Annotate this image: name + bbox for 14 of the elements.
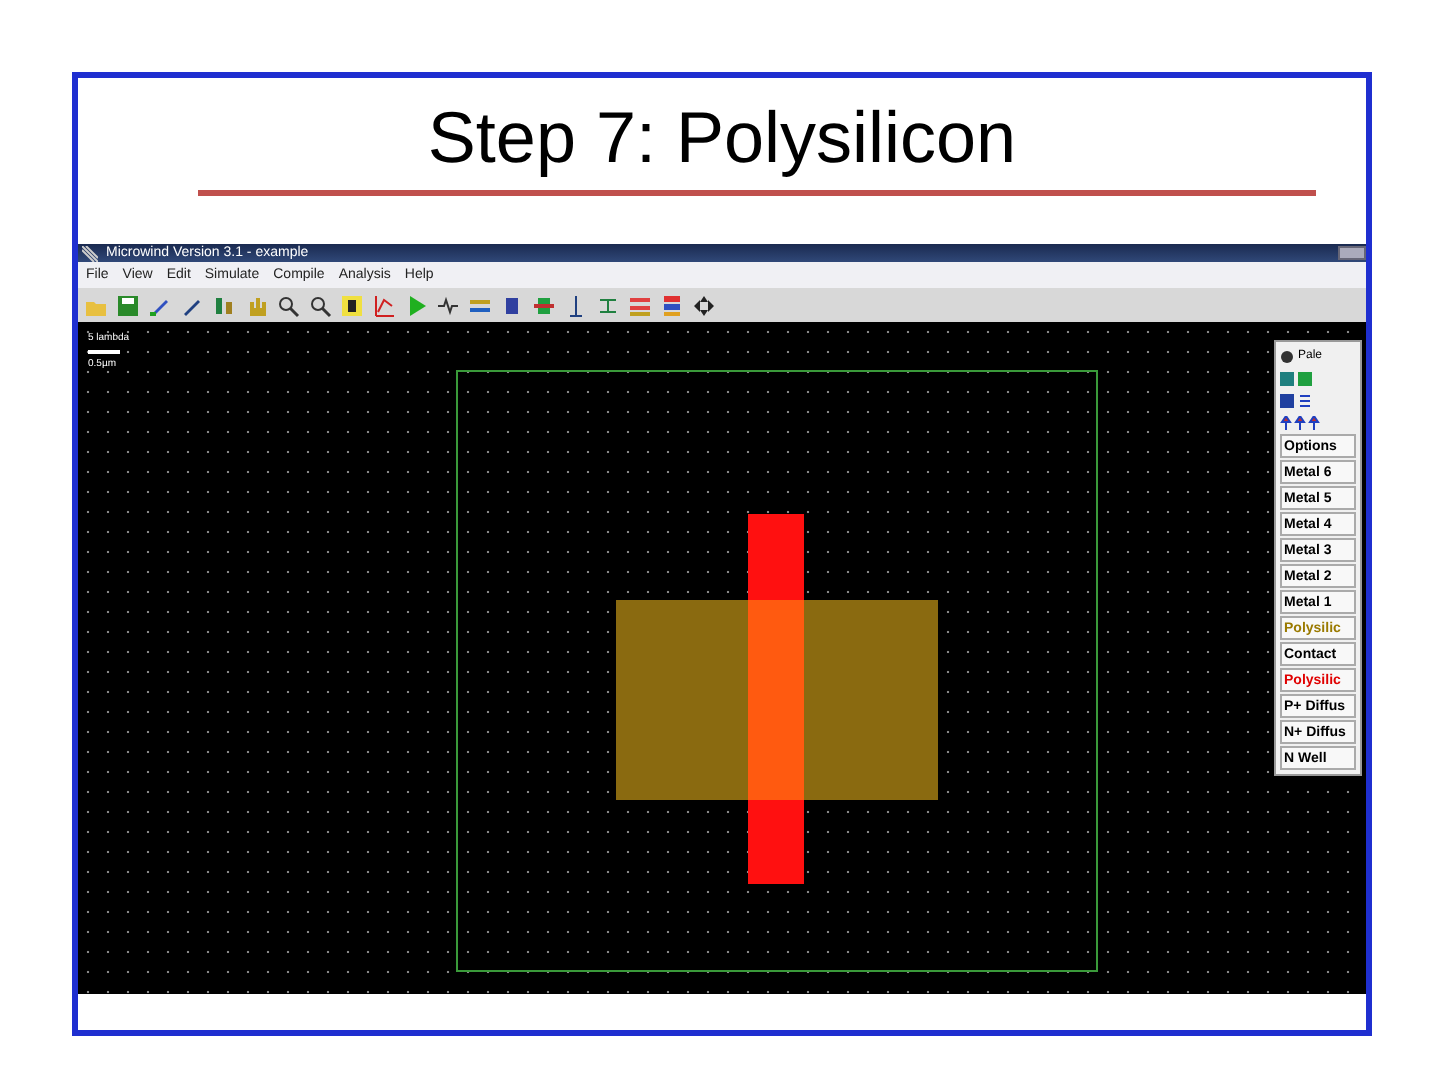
scale-bar: [88, 350, 120, 354]
stack-icon[interactable]: [660, 293, 684, 317]
minimize-button[interactable]: [1338, 246, 1366, 260]
graph-icon[interactable]: [372, 293, 396, 317]
stack-icon[interactable]: [628, 293, 652, 317]
app-icon: [82, 245, 98, 261]
list-icon[interactable]: [1298, 393, 1312, 407]
arrows-icon[interactable]: [692, 293, 716, 317]
zoom-icon[interactable]: [276, 293, 300, 317]
zoom-icon[interactable]: [308, 293, 332, 317]
arrows-icon[interactable]: [1280, 415, 1320, 429]
slide-title: Step 7: Polysilicon: [427, 94, 1017, 182]
wave-icon[interactable]: [436, 293, 460, 317]
save-icon[interactable]: [116, 293, 140, 317]
